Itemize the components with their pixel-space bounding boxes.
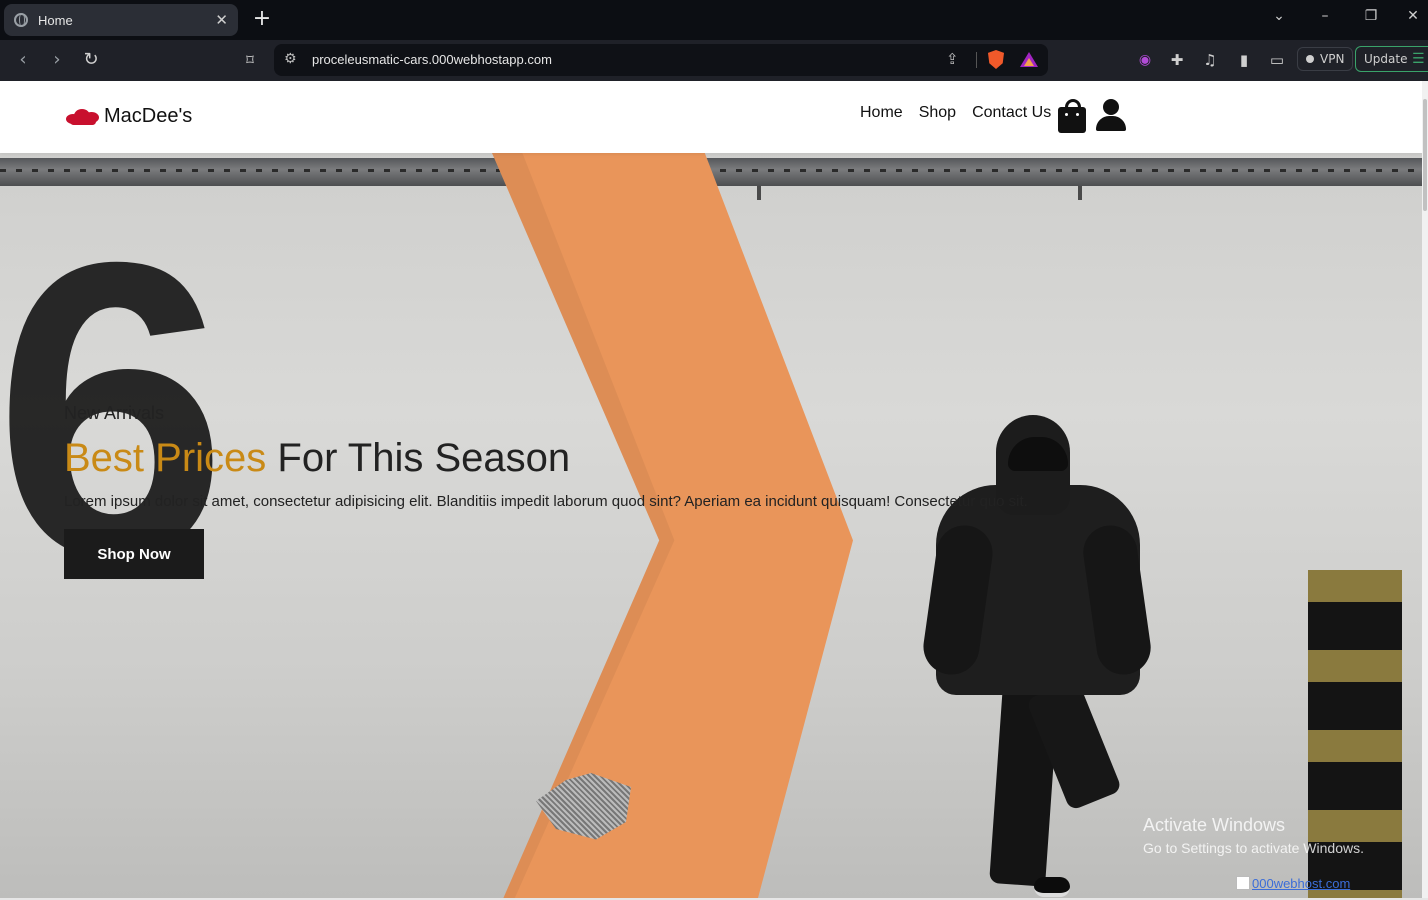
site-navbar: MacDee's Home Shop Contact Us: [0, 81, 1422, 153]
site-info-icon[interactable]: ⚙: [284, 51, 297, 67]
update-button[interactable]: Update ☰: [1355, 46, 1428, 72]
hero-description: Lorem ipsum dolor sit amet, consectetur …: [64, 493, 1028, 510]
nav-contact[interactable]: Contact Us: [972, 104, 1051, 122]
red-cloud-icon: [66, 108, 100, 126]
brave-shields-icon[interactable]: [988, 50, 1004, 69]
page-scrollbar[interactable]: [1422, 81, 1428, 898]
nav-shop[interactable]: Shop: [919, 104, 956, 122]
hero-title-accent: Best Prices: [64, 436, 267, 480]
address-bar[interactable]: ⚙ proceleusmatic-cars.000webhostapp.com …: [274, 44, 1048, 76]
forward-icon[interactable]: ›: [46, 49, 68, 71]
wallet-icon[interactable]: ▭: [1266, 49, 1288, 71]
rail-bolt: [757, 186, 761, 200]
media-icon[interactable]: ♫: [1199, 49, 1221, 71]
share-icon[interactable]: ⇪: [946, 50, 959, 68]
wallet-connect-icon[interactable]: ◉: [1134, 49, 1156, 71]
hero-subtitle: New Arrivals: [64, 403, 165, 423]
urlbar-divider: [976, 52, 977, 68]
shop-now-button[interactable]: Shop Now: [64, 529, 204, 579]
new-tab-button[interactable]: +: [250, 7, 274, 31]
rail-bolt: [1078, 186, 1082, 200]
nav-links: Home Shop Contact Us: [860, 104, 1051, 122]
user-icon[interactable]: [1096, 99, 1126, 131]
restore-button[interactable]: ❐: [1356, 4, 1386, 28]
activate-windows-watermark: Activate Windows Go to Settings to activ…: [1143, 815, 1364, 856]
menu-icon[interactable]: ☰: [1412, 47, 1425, 71]
reload-icon[interactable]: ↻: [80, 49, 102, 71]
hero-section: 6 New Arrivals Best Prices For This Seas…: [0, 153, 1422, 898]
browser-tab[interactable]: Home ✕: [4, 4, 238, 36]
tab-close-icon[interactable]: ✕: [215, 11, 228, 29]
scrollbar-thumb[interactable]: [1423, 99, 1427, 211]
hooded-man-image: [919, 415, 1155, 898]
brave-rewards-icon[interactable]: [1020, 52, 1038, 67]
tab-search-icon[interactable]: ⌄: [1264, 4, 1294, 28]
url-text[interactable]: proceleusmatic-cars.000webhostapp.com: [312, 52, 552, 67]
close-window-button[interactable]: ✕: [1398, 4, 1428, 28]
tab-title: Home: [38, 12, 73, 28]
browser-tab-bar: Home ✕ + ⌄ – ❐ ✕: [0, 0, 1428, 40]
hero-title: Best Prices For This Season: [64, 436, 570, 481]
shopping-bag-icon[interactable]: [1058, 99, 1086, 133]
vpn-button[interactable]: VPN: [1297, 47, 1354, 71]
extensions-icon[interactable]: ✚: [1166, 49, 1188, 71]
nav-home[interactable]: Home: [860, 104, 903, 122]
update-label: Update: [1364, 52, 1408, 66]
web-page: MacDee's Home Shop Contact Us 6 New Arri…: [0, 81, 1422, 898]
activate-title: Activate Windows: [1143, 815, 1286, 835]
back-icon[interactable]: ‹: [12, 49, 34, 71]
brand-name: MacDee's: [104, 105, 193, 127]
globe-icon: [14, 13, 28, 27]
host-link[interactable]: 000webhost.com: [1236, 876, 1350, 891]
sidebar-icon[interactable]: ▮: [1233, 49, 1255, 71]
browser-toolbar: ‹ › ↻ ⌑ ⚙ proceleusmatic-cars.000webhost…: [0, 40, 1428, 81]
activate-subtitle: Go to Settings to activate Windows.: [1143, 840, 1364, 856]
minimize-button[interactable]: –: [1310, 4, 1340, 28]
site-logo[interactable]: MacDee's: [66, 105, 192, 128]
bookmark-icon[interactable]: ⌑: [239, 49, 261, 71]
hero-title-rest: For This Season: [266, 436, 571, 480]
